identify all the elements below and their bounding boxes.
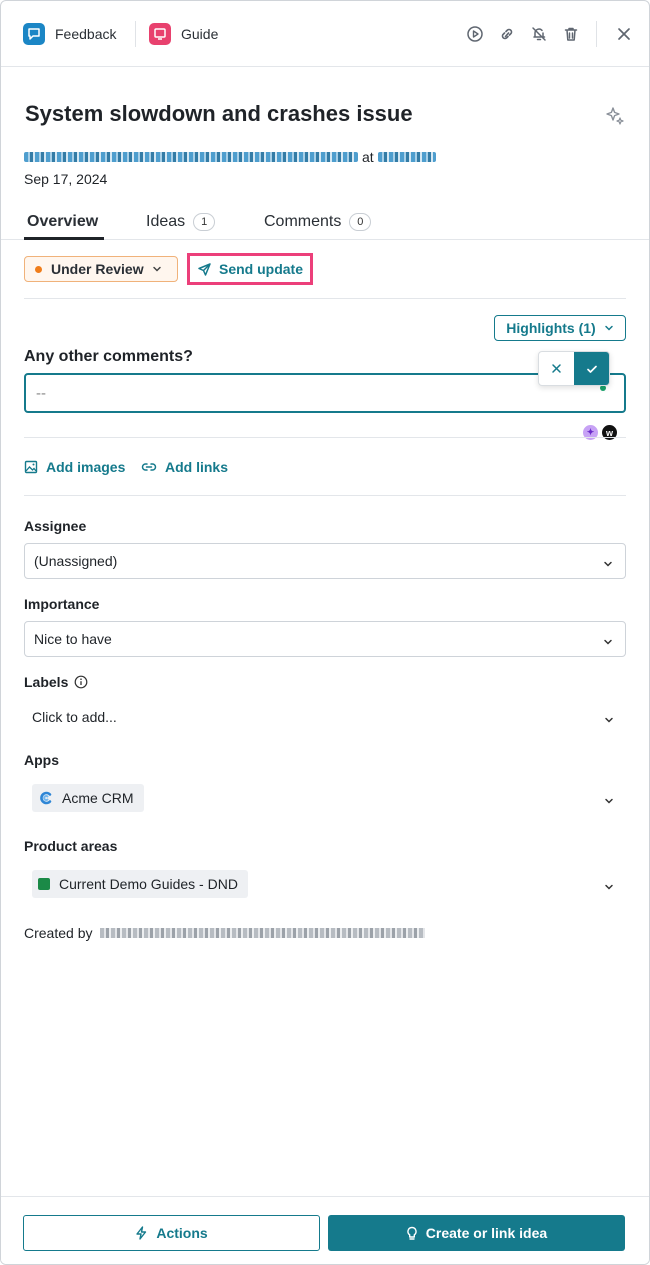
chevron-down-icon	[603, 556, 613, 572]
feedback-tab-label: Feedback	[55, 26, 117, 42]
importance-value: Nice to have	[34, 631, 112, 647]
apps-select[interactable]: Acme CRM	[24, 780, 626, 816]
created-by-label: Created by	[24, 925, 93, 941]
bell-off-icon[interactable]	[528, 22, 550, 46]
created-date: Sep 17, 2024	[24, 171, 108, 187]
sparkle-icon[interactable]	[604, 105, 626, 130]
guide-tab-label: Guide	[181, 26, 219, 42]
tab-label: Ideas	[146, 213, 186, 230]
add-images-button[interactable]: Add images	[24, 459, 125, 475]
at-label: at	[362, 149, 374, 165]
guide-app-tab[interactable]: Guide	[149, 22, 218, 46]
lightning-icon	[136, 1226, 147, 1240]
comments-count-badge: 0	[349, 213, 372, 231]
chevron-down-icon	[604, 879, 614, 895]
play-icon[interactable]	[464, 22, 486, 46]
product-areas-select[interactable]: Current Demo Guides - DND	[24, 866, 626, 902]
send-icon	[198, 262, 211, 276]
actions-label: Actions	[156, 1225, 208, 1241]
create-idea-label: Create or link idea	[425, 1225, 548, 1241]
ideas-count-badge: 1	[193, 213, 216, 231]
chevron-down-icon	[152, 261, 162, 277]
status-label: Under Review	[51, 261, 144, 277]
feedback-panel: Feedback Guide System slowdown and crash…	[0, 0, 650, 1265]
confirm-edit-button[interactable]	[574, 352, 609, 385]
tab-label: Overview	[27, 213, 99, 230]
add-links-button[interactable]: Add links	[141, 459, 228, 475]
divider	[24, 495, 626, 496]
feedback-app-tab[interactable]: Feedback	[23, 22, 116, 46]
guide-icon	[149, 23, 171, 45]
send-update-label: Send update	[218, 261, 303, 277]
detail-tabs: Overview Ideas 1 Comments 0	[1, 205, 649, 240]
footer-bar: Actions Create or link idea	[1, 1196, 649, 1264]
status-dropdown[interactable]: Under Review	[24, 256, 178, 282]
app-chip-label: Acme CRM	[62, 790, 134, 806]
chevron-down-icon	[604, 793, 614, 809]
divider	[24, 437, 626, 438]
submitter-line: at	[24, 149, 436, 165]
add-images-label: Add images	[46, 459, 126, 475]
creator-redacted	[100, 928, 426, 938]
labels-label-row: Labels	[24, 674, 88, 690]
check-icon	[586, 365, 597, 373]
assignee-select[interactable]: (Unassigned)	[24, 543, 626, 579]
comments-input[interactable]	[24, 373, 626, 413]
comments-question-label: Any other comments?	[24, 348, 193, 365]
apps-label: Apps	[24, 752, 59, 768]
divider	[24, 298, 626, 299]
tab-comments[interactable]: Comments 0	[264, 213, 372, 231]
actions-button[interactable]: Actions	[23, 1215, 320, 1251]
product-area-color-swatch	[38, 878, 50, 890]
tab-overview[interactable]: Overview	[27, 213, 98, 231]
feedback-icon	[23, 23, 45, 45]
assignee-label: Assignee	[24, 518, 87, 534]
image-icon	[24, 460, 38, 474]
acme-crm-logo-icon	[40, 791, 52, 805]
create-or-link-idea-button[interactable]: Create or link idea	[328, 1215, 625, 1251]
product-area-chip[interactable]: Current Demo Guides - DND	[32, 870, 248, 898]
feedback-title: System slowdown and crashes issue	[25, 101, 413, 126]
close-icon[interactable]	[613, 22, 635, 46]
product-area-chip-label: Current Demo Guides - DND	[59, 876, 238, 892]
active-tab-indicator	[24, 237, 104, 240]
info-icon[interactable]	[74, 675, 88, 689]
labels-select[interactable]: Click to add...	[24, 699, 626, 735]
top-actions	[454, 21, 635, 47]
divider	[135, 21, 136, 47]
trash-icon[interactable]	[560, 22, 582, 46]
tab-label: Comments	[264, 213, 342, 230]
chevron-down-icon	[604, 320, 614, 336]
tab-ideas[interactable]: Ideas 1	[146, 213, 216, 231]
product-areas-label: Product areas	[24, 838, 118, 854]
chevron-down-icon	[603, 634, 613, 650]
app-chip[interactable]: Acme CRM	[32, 784, 144, 812]
divider	[596, 21, 597, 47]
link-icon[interactable]	[496, 22, 518, 46]
edit-confirm-controls	[538, 351, 610, 386]
highlights-dropdown[interactable]: Highlights (1)	[494, 315, 626, 341]
top-bar: Feedback Guide	[1, 1, 649, 67]
importance-select[interactable]: Nice to have	[24, 621, 626, 657]
link-icon	[141, 463, 157, 471]
company-redacted	[377, 152, 436, 162]
chevron-down-icon	[604, 712, 614, 728]
lightbulb-icon	[407, 1226, 417, 1240]
send-update-button[interactable]: Send update	[187, 253, 313, 285]
add-links-label: Add links	[165, 459, 229, 475]
cancel-edit-button[interactable]	[539, 352, 574, 385]
labels-placeholder: Click to add...	[32, 709, 117, 725]
assignee-value: (Unassigned)	[34, 553, 118, 569]
importance-label: Importance	[24, 596, 100, 612]
status-dot	[35, 265, 42, 273]
created-by-line: Created by	[24, 925, 426, 941]
submitter-email-redacted	[24, 152, 358, 162]
highlights-label: Highlights (1)	[506, 320, 596, 336]
labels-label: Labels	[24, 674, 69, 690]
close-icon	[552, 364, 561, 373]
